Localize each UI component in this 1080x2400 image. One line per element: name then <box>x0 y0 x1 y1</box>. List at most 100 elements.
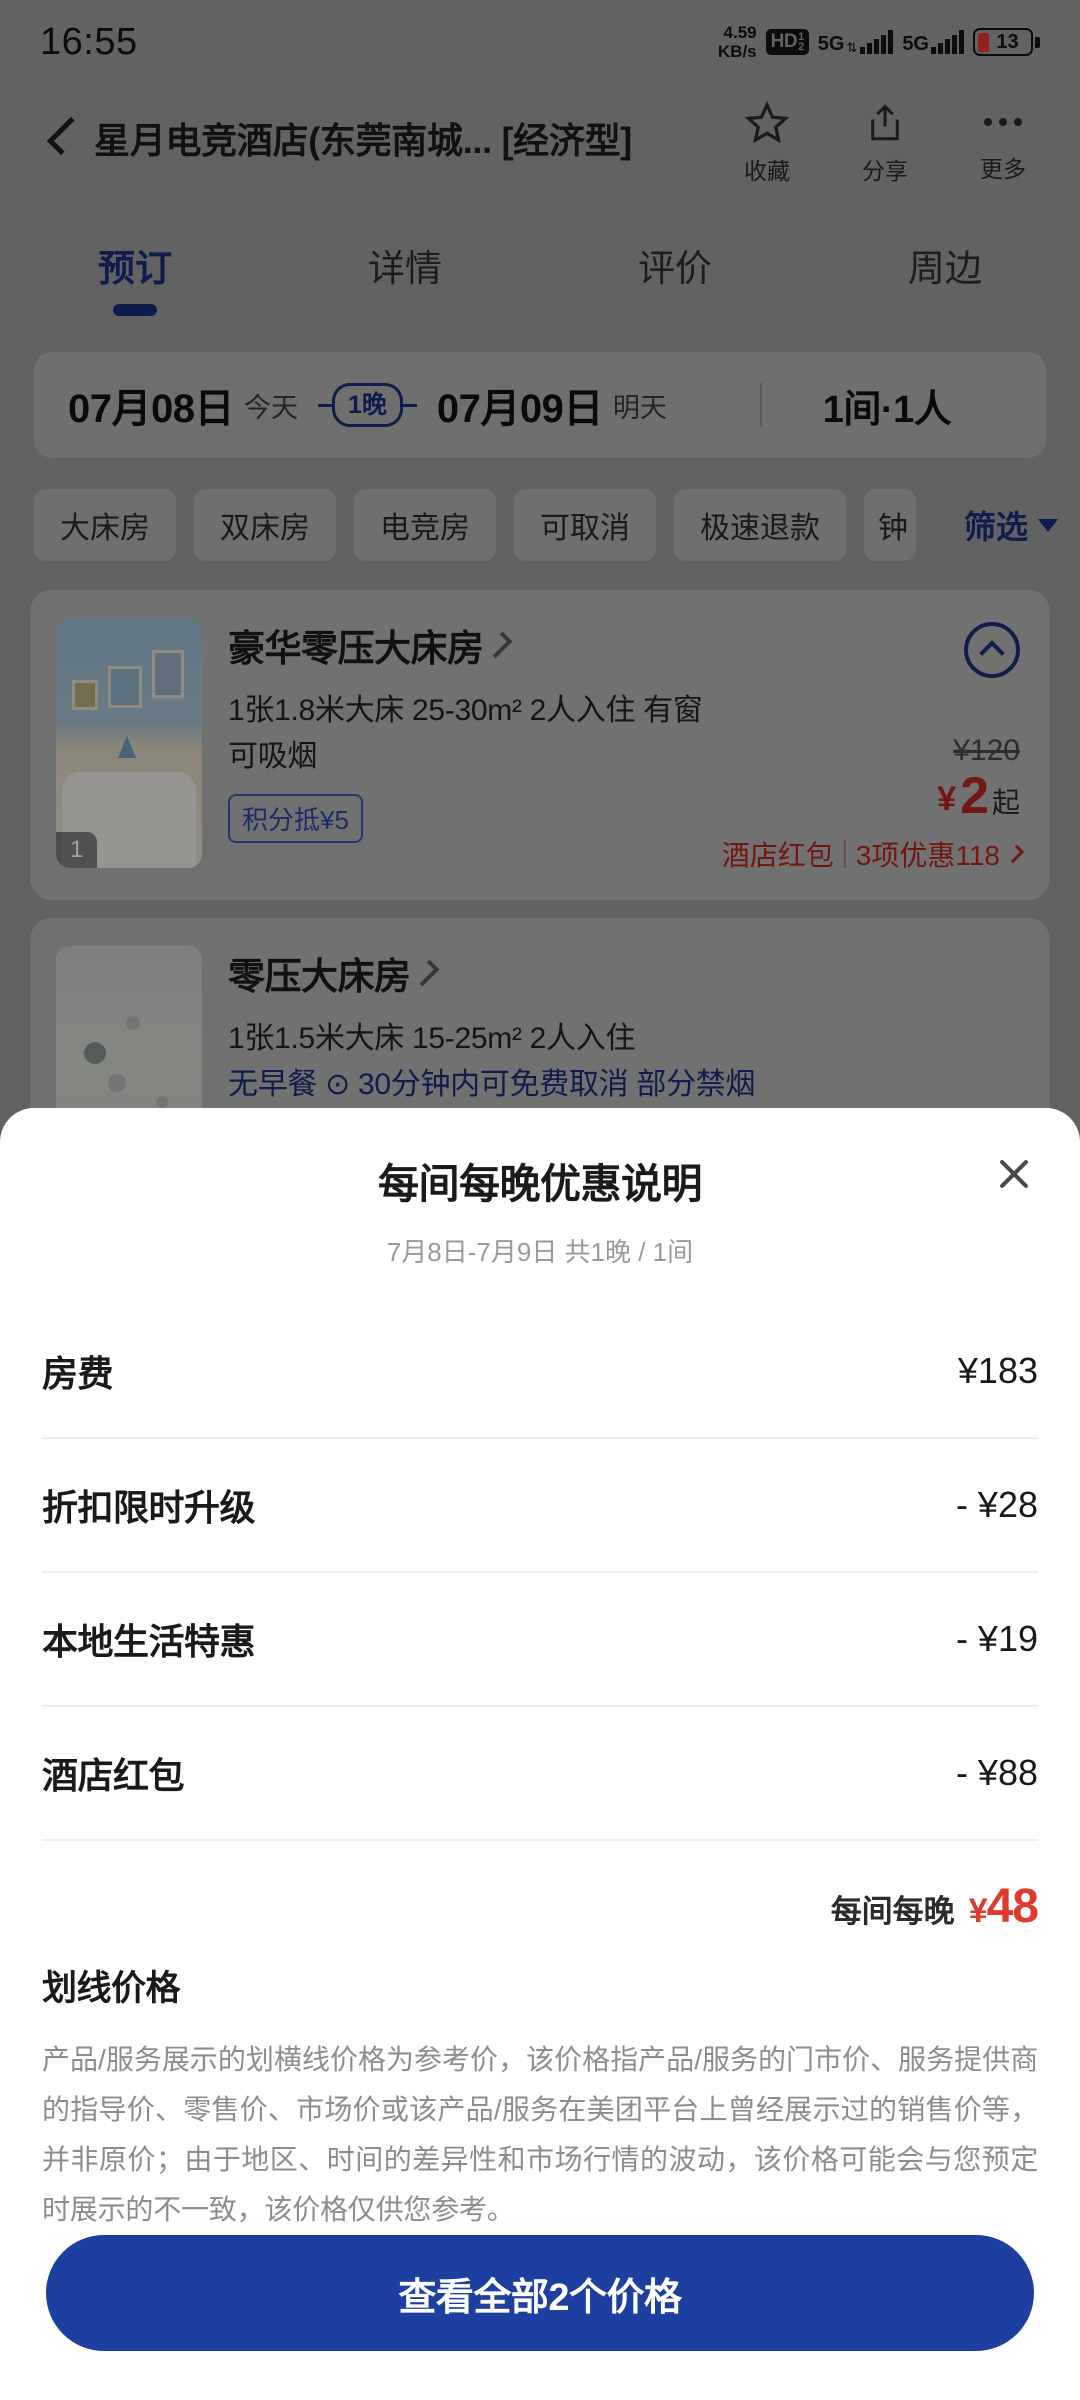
sheet-title: 每间每晚优惠说明 <box>378 1161 703 1207</box>
tab-reviews-label: 评价 <box>638 248 712 289</box>
view-all-prices-button[interactable]: 查看全部2个价格 <box>46 2235 1034 2351</box>
close-button[interactable] <box>984 1144 1044 1204</box>
promo-row[interactable]: 酒店红包 3项优惠118 <box>722 834 1025 874</box>
tab-nearby-label: 周边 <box>908 248 982 289</box>
chevron-right-icon <box>412 959 439 987</box>
more-button[interactable]: 更多 <box>948 96 1058 186</box>
occupancy-selector[interactable]: 1间·1人 <box>762 378 1012 433</box>
hd-sim-bottom: 2 <box>798 41 804 53</box>
network-speed-indicator: 4.59 KB/s <box>718 23 757 61</box>
tab-nearby[interactable]: 周边 <box>810 232 1080 292</box>
room-card[interactable]: 1 豪华零压大床房 1张1.8米大床 25-30m² 2人入住 有窗 可吸烟 积… <box>30 590 1050 900</box>
nights-count: 1晚 <box>331 383 403 427</box>
filter-chip-king-bed[interactable]: 大床房 <box>34 489 176 561</box>
sheet-subtitle: 7月8日-7月9日 共1晚 / 1间 <box>386 1237 694 1267</box>
room-thumbnail[interactable]: 1 <box>56 618 202 868</box>
current-price-row: ¥ 2 起 <box>722 770 1020 822</box>
room-meta-line-2: 无早餐 ⊙ 30分钟内可免费取消 部分禁烟 <box>228 1068 756 1101</box>
sheet-header: 每间每晚优惠说明 7月8日-7月9日 共1晚 / 1间 <box>0 1108 1080 1269</box>
checkout-label: 明天 <box>612 392 667 423</box>
price-row-label: 酒店红包 <box>42 1755 185 1796</box>
thumb-picture-frame <box>72 680 98 710</box>
hd-voice-icon: HD 1 2 <box>765 29 809 55</box>
total-amount: ¥48 <box>969 1879 1039 1934</box>
price-row: 房费 ¥183 <box>42 1305 1038 1439</box>
price-row-value: ¥183 <box>957 1350 1038 1391</box>
battery-percent: 13 <box>996 31 1019 53</box>
tab-booking-label: 预订 <box>98 248 172 289</box>
sim2-network-type: 5G <box>902 33 929 55</box>
back-button[interactable] <box>30 104 94 168</box>
share-button[interactable]: 分享 <box>830 96 940 186</box>
hd-sim-number: 1 2 <box>798 32 804 53</box>
app-title-bar: 星月电竞酒店(东莞南城... [经济型] 收藏 分享 更多 <box>0 96 1080 202</box>
price-row: 本地生活特惠 - ¥19 <box>42 1573 1038 1707</box>
star-outline-icon <box>744 101 790 144</box>
thumb-decor <box>118 736 136 758</box>
tab-reviews[interactable]: 评价 <box>540 232 810 292</box>
original-price: ¥120 <box>953 734 1020 767</box>
tab-details-label: 详情 <box>368 248 442 289</box>
nights-indicator: 1晚 <box>317 383 417 427</box>
notice-title: 划线价格 <box>42 1969 181 2008</box>
filter-chip-twin-bed[interactable]: 双床房 <box>194 489 336 561</box>
price-row-value: - ¥88 <box>955 1752 1038 1793</box>
sheet-footer: 查看全部2个价格 <box>0 2235 1080 2400</box>
phone-screen: 16:55 4.59 KB/s HD 1 2 5G ⇅ 5G 13 星月电竞酒店… <box>0 0 1080 2400</box>
price-row: 酒店红包 - ¥88 <box>42 1707 1038 1841</box>
tab-details[interactable]: 详情 <box>270 232 540 292</box>
status-indicators: 4.59 KB/s HD 1 2 5G ⇅ 5G 13 <box>718 23 1040 61</box>
signal-bars-icon <box>931 30 964 54</box>
thumb-decor <box>84 1042 106 1064</box>
price-row-label: 房费 <box>42 1353 114 1394</box>
page-title: 星月电竞酒店(东莞南城... [经济型] <box>94 120 632 161</box>
filter-chip-hourly[interactable]: 钟 <box>864 489 916 561</box>
total-value: 48 <box>986 1880 1039 1933</box>
room-meta-line-1: 1张1.5米大床 15-25m² 2人入住 <box>228 1022 636 1055</box>
price-breakdown-list: 房费 ¥183 折扣限时升级 - ¥28 本地生活特惠 - ¥19 酒店红包 -… <box>0 1305 1080 1841</box>
price-row-label: 本地生活特惠 <box>42 1621 256 1662</box>
status-bar: 16:55 4.59 KB/s HD 1 2 5G ⇅ 5G 13 <box>0 0 1080 84</box>
favorite-button[interactable]: 收藏 <box>712 96 822 186</box>
currency-symbol: ¥ <box>937 780 957 818</box>
price-row-value: - ¥28 <box>955 1484 1038 1525</box>
status-time: 16:55 <box>40 20 138 63</box>
title-actions: 收藏 分享 更多 <box>712 96 1080 186</box>
tab-booking[interactable]: 预订 <box>0 232 270 316</box>
chevron-up-circle-icon[interactable] <box>964 622 1020 678</box>
filter-chip-esports-room[interactable]: 电竞房 <box>354 489 496 561</box>
price-row-value: - ¥19 <box>955 1618 1038 1659</box>
hd-label: HD <box>770 31 798 52</box>
caret-up-icon <box>979 640 1005 666</box>
notice-text: 产品/服务展示的划横线价格为参考价，该价格指产品/服务的门市价、服务提供商的指导… <box>42 2044 1038 2225</box>
chevron-right-icon <box>485 631 512 659</box>
battery-icon: 13 <box>973 28 1040 56</box>
filter-button[interactable]: 筛选 <box>923 488 1058 562</box>
promo-divider <box>843 840 846 868</box>
data-transfer-icon: ⇅ <box>846 40 858 55</box>
thumb-decor <box>156 1096 168 1108</box>
promo-detail: 3项优惠118 <box>855 840 1000 871</box>
filter-chip-cancellable[interactable]: 可取消 <box>514 489 656 561</box>
checkin-label: 今天 <box>243 392 298 423</box>
filter-chip-fast-refund[interactable]: 极速退款 <box>674 489 846 561</box>
network-speed-value: 4.59 <box>723 23 757 42</box>
thumb-photo-count: 1 <box>56 832 98 868</box>
discount-detail-sheet: 每间每晚优惠说明 7月8日-7月9日 共1晚 / 1间 房费 ¥183 折扣限时… <box>0 1108 1080 2400</box>
signal-bars-icon <box>860 30 894 54</box>
battery-cap <box>1035 36 1040 48</box>
nights-line-right <box>402 403 417 407</box>
room-name-row[interactable]: 零压大床房 <box>228 946 1024 1000</box>
current-price: 2 <box>960 767 989 825</box>
date-selector-bar[interactable]: 07月08日 今天 1晚 07月09日 明天 1间·1人 <box>34 352 1046 458</box>
room-name-row[interactable]: 豪华零压大床房 <box>228 618 1024 672</box>
points-discount-badge: 积分抵¥5 <box>228 794 363 843</box>
favorite-label: 收藏 <box>744 158 790 184</box>
more-dots-icon <box>984 100 1022 144</box>
room-price-block[interactable]: ¥120 ¥ 2 起 酒店红包 3项优惠118 <box>722 734 1025 874</box>
sim2-signal: 5G <box>902 30 964 54</box>
share-upload-icon <box>871 104 899 141</box>
nights-line-left <box>317 403 332 407</box>
caret-down-icon <box>1038 518 1058 532</box>
thumb-decor <box>108 1074 126 1092</box>
